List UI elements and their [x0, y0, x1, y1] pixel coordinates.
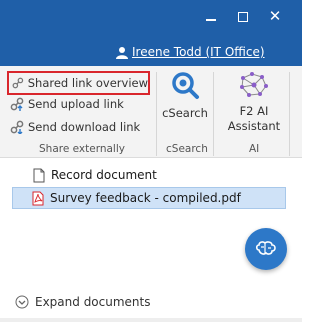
send-download-link-button[interactable]: Send download link	[10, 117, 140, 137]
expand-documents-label: Expand documents	[35, 295, 151, 309]
document-icon	[33, 168, 45, 182]
csearch-label: cSearch	[162, 106, 208, 120]
share-externally-group-label: Share externally	[39, 143, 125, 155]
csearch-group-label: cSearch	[166, 143, 208, 155]
user-icon	[116, 46, 128, 59]
list-item-label: Record document	[51, 168, 157, 182]
ai-label-line1: F2 AI	[239, 104, 269, 118]
csearch-button[interactable]: cSearch	[162, 70, 208, 121]
download-link-icon	[10, 120, 24, 134]
upload-link-icon	[10, 97, 24, 111]
shared-link-overview-label: Shared link overview	[27, 76, 148, 90]
window-header: ✕ Ireene Todd (IT Office)	[0, 0, 302, 66]
f2-ai-assistant-button[interactable]: F2 AI Assistant	[222, 70, 286, 134]
ribbon-divider	[213, 72, 214, 156]
link-icon	[12, 77, 24, 89]
ribbon: Shared link overview Send upload link Se…	[0, 66, 302, 158]
ai-label-line2: Assistant	[227, 119, 281, 133]
search-icon	[172, 72, 199, 99]
expand-documents-button[interactable]: Expand documents	[15, 292, 151, 312]
bottom-bar	[0, 318, 302, 322]
chevron-down-icon	[15, 295, 29, 309]
ai-network-icon	[240, 72, 268, 97]
list-item[interactable]: Record document	[33, 164, 157, 186]
send-upload-link-button[interactable]: Send upload link	[10, 94, 124, 114]
shared-link-overview-button[interactable]: Shared link overview	[7, 71, 150, 95]
ai-chat-fab[interactable]	[245, 228, 287, 270]
ai-group-label: AI	[249, 143, 260, 155]
ribbon-divider	[156, 72, 157, 156]
send-upload-link-label: Send upload link	[28, 97, 124, 111]
maximize-button[interactable]	[238, 12, 248, 22]
user-link[interactable]: Ireene Todd (IT Office)	[116, 44, 265, 60]
pdf-icon	[32, 191, 44, 205]
user-name: Ireene Todd (IT Office)	[132, 45, 265, 59]
list-item-label: Survey feedback - compiled.pdf	[50, 191, 241, 205]
brain-icon	[255, 241, 276, 255]
send-download-link-label: Send download link	[28, 120, 141, 134]
list-item-selected[interactable]: Survey feedback - compiled.pdf	[12, 187, 286, 209]
minimize-button[interactable]	[206, 19, 216, 21]
close-button[interactable]: ✕	[268, 9, 282, 24]
ribbon-divider	[289, 72, 290, 156]
